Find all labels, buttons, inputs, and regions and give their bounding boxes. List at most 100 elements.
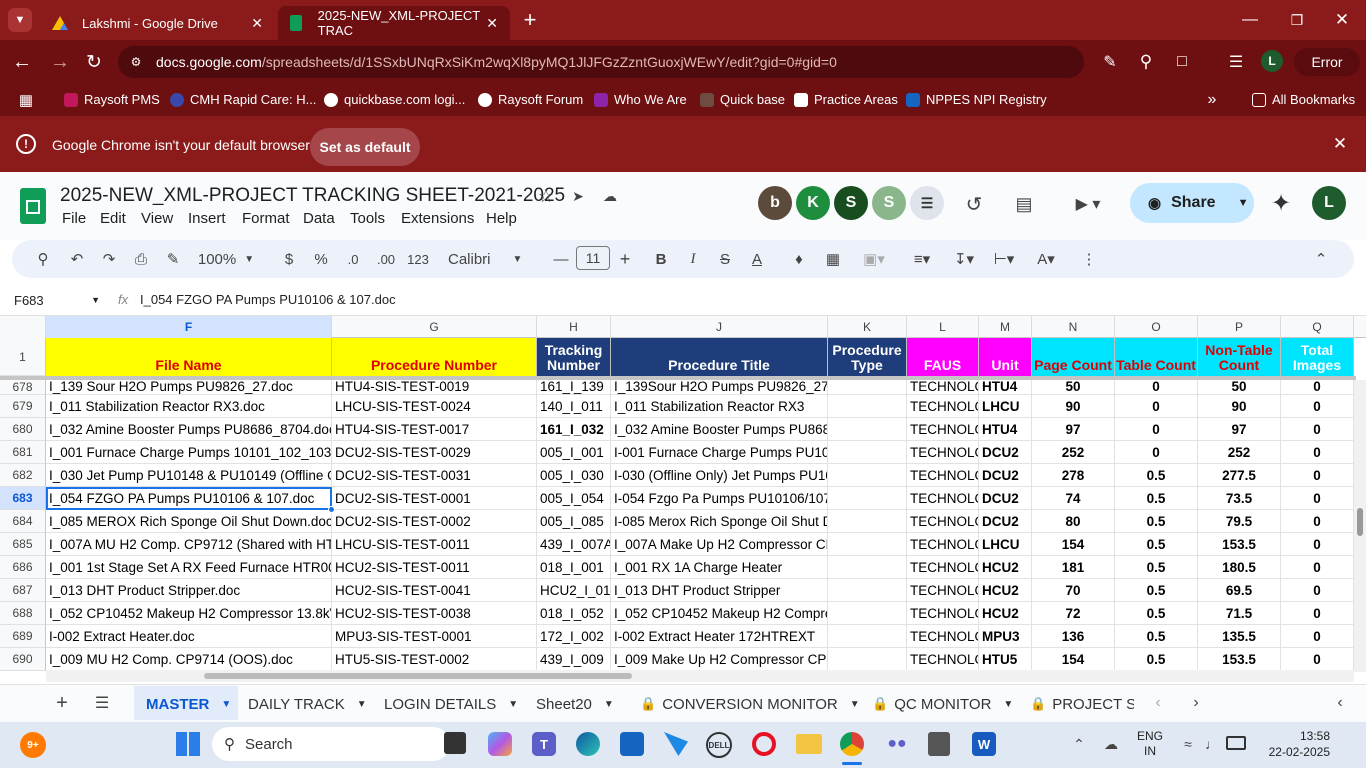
header-file-name[interactable]: File Name xyxy=(46,338,332,376)
scroll-tabs-left-icon[interactable]: ‹ xyxy=(1148,692,1168,714)
cell-procedure-type[interactable] xyxy=(828,487,907,510)
row-number[interactable]: 687 xyxy=(0,579,46,602)
row-number[interactable]: 682 xyxy=(0,464,46,487)
cell-faus[interactable]: TECHNOLOG xyxy=(907,487,979,510)
cell-unit[interactable]: HTU5 xyxy=(979,648,1032,671)
cell-tracking-number[interactable]: 018_I_001 xyxy=(537,556,611,579)
menu-insert[interactable]: Insert xyxy=(188,210,226,227)
cell-procedure-title[interactable]: I-054 Fzgo Pa Pumps PU10106/107 xyxy=(611,487,828,510)
cell-procedure-type[interactable] xyxy=(828,579,907,602)
bookmark-item[interactable]: Practice Areas xyxy=(794,92,898,107)
cell-table-count[interactable]: 0.5 xyxy=(1115,464,1198,487)
more-bookmarks-icon[interactable]: » xyxy=(1202,90,1222,110)
menu-view[interactable]: View xyxy=(141,210,173,227)
forward-arrow-icon[interactable]: → xyxy=(48,50,72,74)
header-procedure-title[interactable]: Procedure Title xyxy=(611,338,828,376)
cell-table-count[interactable]: 0.5 xyxy=(1115,533,1198,556)
cell-table-count[interactable]: 0.5 xyxy=(1115,510,1198,533)
cell-table-count[interactable]: 0 xyxy=(1115,395,1198,418)
explore-collapse-icon[interactable]: ‹ xyxy=(1330,692,1350,714)
cell-non-table-count[interactable]: 73.5 xyxy=(1198,487,1281,510)
scroll-tabs-right-icon[interactable]: › xyxy=(1186,692,1206,714)
header-non-table-count[interactable]: Non-Table Count xyxy=(1198,338,1281,376)
cell-unit[interactable]: HCU2 xyxy=(979,556,1032,579)
cell-unit[interactable]: LHCU xyxy=(979,395,1032,418)
cell-procedure-type[interactable] xyxy=(828,648,907,671)
cell-total-images[interactable]: 0 xyxy=(1281,418,1354,441)
volume-icon[interactable]: ♩ xyxy=(1202,734,1222,754)
cell-procedure-type[interactable] xyxy=(828,395,907,418)
cell-faus[interactable]: TECHNOLOG xyxy=(907,418,979,441)
cell-file-name[interactable]: I_032 Amine Booster Pumps PU8686_8704.do… xyxy=(46,418,332,441)
cell-non-table-count[interactable]: 180.5 xyxy=(1198,556,1281,579)
chrome-icon[interactable] xyxy=(840,732,864,756)
all-bookmarks-folder[interactable]: All Bookmarks xyxy=(1252,92,1355,107)
cell-procedure-title[interactable]: I_139Sour H2O Pumps PU9826_27 xyxy=(611,380,828,395)
zoom-select[interactable]: 100% ▼ xyxy=(192,248,260,270)
row-number[interactable]: 679 xyxy=(0,395,46,418)
increase-font-size-button[interactable]: + xyxy=(614,248,636,270)
cell-file-name[interactable]: I_139 Sour H2O Pumps PU9826_27.doc xyxy=(46,380,332,395)
cell-non-table-count[interactable]: 71.5 xyxy=(1198,602,1281,625)
cell-file-name[interactable]: I_013 DHT Product Stripper.doc xyxy=(46,579,332,602)
paint-format-icon[interactable]: ✎ xyxy=(162,248,184,270)
cell-unit[interactable]: DCU2 xyxy=(979,441,1032,464)
cell-procedure-title[interactable]: I-085 Merox Rich Sponge Oil Shut D xyxy=(611,510,828,533)
sheet-tab-project-su[interactable]: 🔒 PROJECT SU xyxy=(1030,692,1134,716)
move-icon[interactable]: ➤ xyxy=(568,186,588,206)
row-number[interactable]: 1 xyxy=(0,338,46,376)
document-title[interactable]: 2025-NEW_XML-PROJECT TRACKING SHEET-2021… xyxy=(60,185,565,207)
column-header[interactable]: M xyxy=(979,316,1032,338)
add-sheet-icon[interactable]: + xyxy=(50,692,74,714)
cell-procedure-number[interactable]: LHCU-SIS-TEST-0011 xyxy=(332,533,537,556)
column-header[interactable]: J xyxy=(611,316,828,338)
bookmark-item[interactable]: CMH Rapid Care: H... xyxy=(170,92,316,107)
column-header[interactable]: F xyxy=(46,316,332,338)
cell-non-table-count[interactable]: 50 xyxy=(1198,380,1281,395)
cell-procedure-type[interactable] xyxy=(828,602,907,625)
cell-table-count[interactable]: 0 xyxy=(1115,418,1198,441)
row-number[interactable]: 689 xyxy=(0,625,46,648)
text-rotation-icon[interactable]: A▾ xyxy=(1028,248,1064,270)
bold-icon[interactable]: B xyxy=(650,248,672,270)
cell-faus[interactable]: TECHNOLOG xyxy=(907,579,979,602)
column-header[interactable]: N xyxy=(1032,316,1115,338)
site-info-icon[interactable]: ⚙ xyxy=(128,54,144,70)
cell-page-count[interactable]: 278 xyxy=(1032,464,1115,487)
cell-tracking-number[interactable]: 161_I_032 xyxy=(537,418,611,441)
cell-total-images[interactable]: 0 xyxy=(1281,556,1354,579)
cell-tracking-number[interactable]: 005_I_054 xyxy=(537,487,611,510)
task-view-icon[interactable] xyxy=(444,732,466,754)
cell-tracking-number[interactable]: 005_I_001 xyxy=(537,441,611,464)
cell-unit[interactable]: HTU4 xyxy=(979,418,1032,441)
teams-icon[interactable]: T xyxy=(532,732,556,756)
more-options-icon[interactable]: ⋮ xyxy=(1078,248,1100,270)
cell-procedure-type[interactable] xyxy=(828,441,907,464)
extensions-icon[interactable]: □ xyxy=(1170,50,1194,74)
format-percent-button[interactable]: % xyxy=(310,248,332,270)
cell-tracking-number[interactable]: 439_I_007A xyxy=(537,533,611,556)
formula-input[interactable]: I_054 FZGO PA Pumps PU10106 & 107.doc xyxy=(140,292,396,307)
cell-page-count[interactable]: 74 xyxy=(1032,487,1115,510)
cell-table-count[interactable]: 0.5 xyxy=(1115,625,1198,648)
wifi-icon[interactable]: ≈ xyxy=(1178,734,1198,754)
clock[interactable]: 13:58 22-02-2025 xyxy=(1256,728,1330,760)
cell-faus[interactable]: TECHNOLOG xyxy=(907,556,979,579)
comments-icon[interactable]: ▤ xyxy=(1012,192,1036,216)
cell-procedure-number[interactable]: HCU2-SIS-TEST-0011 xyxy=(332,556,537,579)
menu-tools[interactable]: Tools xyxy=(350,210,385,227)
calculator-app-icon[interactable] xyxy=(928,732,950,756)
row-number[interactable]: 680 xyxy=(0,418,46,441)
select-all-corner[interactable] xyxy=(0,316,46,338)
header-faus[interactable]: FAUS xyxy=(907,338,979,376)
cell-page-count[interactable]: 50 xyxy=(1032,380,1115,395)
cell-non-table-count[interactable]: 252 xyxy=(1198,441,1281,464)
column-header[interactable]: O xyxy=(1115,316,1198,338)
cell-page-count[interactable]: 154 xyxy=(1032,533,1115,556)
language-indicator[interactable]: ENG IN xyxy=(1136,729,1164,759)
cell-file-name[interactable]: I_001 1st Stage Set A RX Feed Furnace HT… xyxy=(46,556,332,579)
cell-procedure-number[interactable]: HTU4-SIS-TEST-0017 xyxy=(332,418,537,441)
cell-unit[interactable]: HCU2 xyxy=(979,579,1032,602)
dell-icon[interactable]: DELL xyxy=(706,732,732,758)
cell-tracking-number[interactable]: HCU2_I_013 xyxy=(537,579,611,602)
